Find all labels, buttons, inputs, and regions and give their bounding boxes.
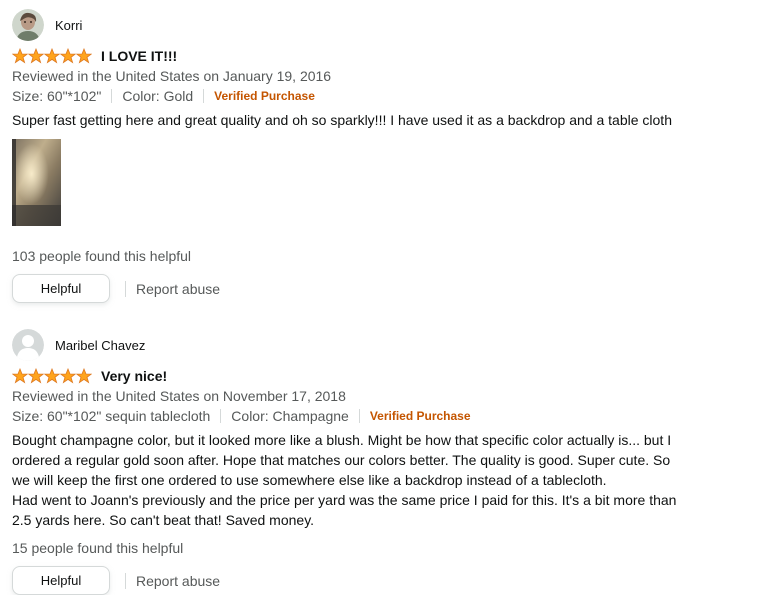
divider <box>203 89 205 103</box>
star-icon <box>28 48 44 64</box>
star-icon <box>12 48 28 64</box>
helpful-button[interactable]: Helpful <box>12 274 110 303</box>
review-title-row: Very nice! <box>12 366 712 386</box>
review-date: Reviewed in the United States on January… <box>12 68 332 84</box>
divider <box>358 409 360 423</box>
star-rating[interactable] <box>12 48 92 64</box>
divider <box>125 572 126 589</box>
review-format-strip: Size: 60"*102" Color: Gold Verified Purc… <box>12 86 712 106</box>
review-profile: Maribel Chavez <box>12 329 712 361</box>
review-color: Color: Champagne <box>231 408 349 424</box>
star-icon <box>60 48 76 64</box>
star-icon <box>60 368 76 384</box>
report-abuse-link[interactable]: Report abuse <box>136 573 220 589</box>
divider <box>125 280 126 297</box>
review-actions: Helpful Report abuse <box>12 274 712 303</box>
review-title-row: I LOVE IT!!! <box>12 46 712 66</box>
divider <box>220 409 222 423</box>
helpful-count: 15 people found this helpful <box>12 540 184 556</box>
helpful-button[interactable]: Helpful <box>12 566 110 595</box>
star-icon <box>44 48 60 64</box>
review-size: Size: 60"*102" <box>12 88 102 104</box>
review-color: Color: Gold <box>122 88 194 104</box>
report-abuse-link[interactable]: Report abuse <box>136 281 220 297</box>
profile-name[interactable]: Maribel Chavez <box>55 338 145 353</box>
review-title[interactable]: Very nice! <box>101 368 167 384</box>
review-image-thumbnail[interactable] <box>12 139 61 226</box>
review-body: Bought champagne color, but it looked mo… <box>12 432 677 528</box>
review-profile: Korri <box>12 9 712 41</box>
star-icon <box>76 48 92 64</box>
user-photo-avatar-icon[interactable] <box>12 9 44 41</box>
star-icon <box>76 368 92 384</box>
review-size: Size: 60"*102" sequin tablecloth <box>12 408 211 424</box>
review-2: Maribel Chavez Very nice! Reviewed in th… <box>12 329 712 595</box>
divider <box>111 89 113 103</box>
profile-name[interactable]: Korri <box>55 18 82 33</box>
star-icon <box>12 368 28 384</box>
review-body: Super fast getting here and great qualit… <box>12 112 672 128</box>
star-icon <box>44 368 60 384</box>
helpful-count: 103 people found this helpful <box>12 248 192 264</box>
default-user-avatar-icon[interactable] <box>12 329 44 361</box>
verified-purchase-badge: Verified Purchase <box>214 89 315 103</box>
star-rating[interactable] <box>12 368 92 384</box>
review-1: Korri I LOVE IT!!! Reviewed in the Unite… <box>12 9 712 303</box>
star-icon <box>28 368 44 384</box>
verified-purchase-badge: Verified Purchase <box>369 409 471 423</box>
review-date: Reviewed in the United States on Novembe… <box>12 388 346 404</box>
review-title[interactable]: I LOVE IT!!! <box>101 48 177 64</box>
review-format-strip: Size: 60"*102" sequin tablecloth Color: … <box>12 406 712 426</box>
review-actions: Helpful Report abuse <box>12 566 712 595</box>
